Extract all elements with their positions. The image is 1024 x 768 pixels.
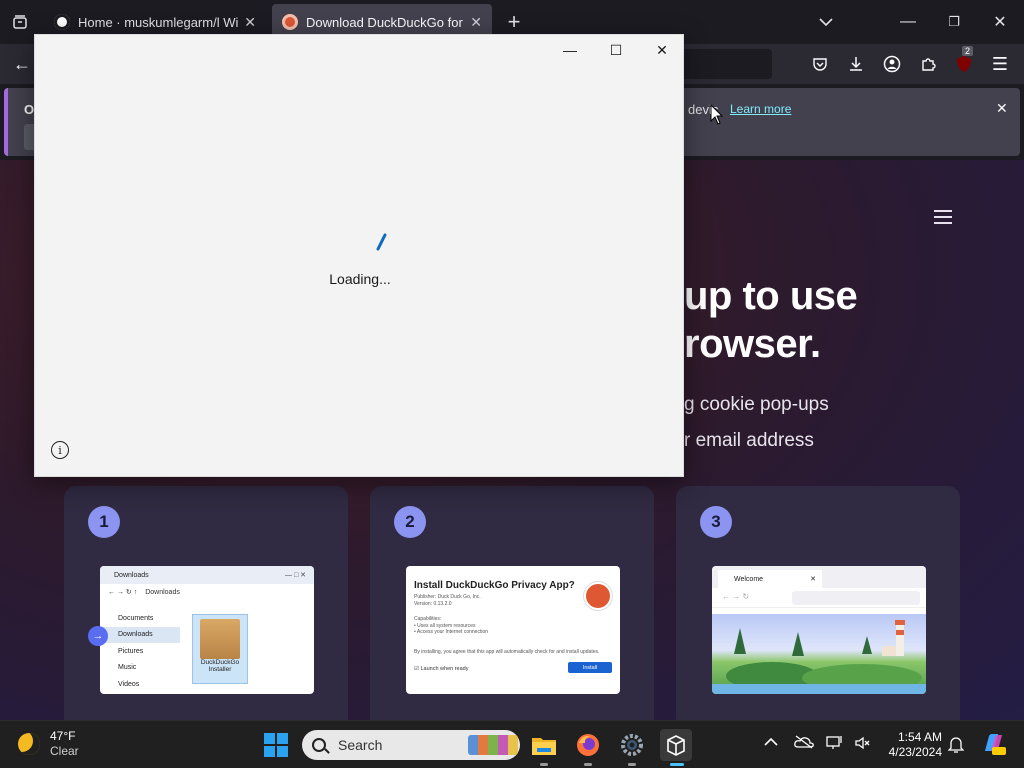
search-highlight-image [468,735,518,755]
installer-app-icon[interactable] [660,729,692,766]
step-card-2: 2 Install DuckDuckGo Privacy App? Publis… [370,486,654,720]
welcome-tab-title: Welcome [734,575,764,583]
sidebar-item: Videos [118,680,140,688]
launch-checkbox: ☑ Launch when ready [414,666,469,672]
landscape-illustration [712,614,926,694]
extensions-puzzle-icon[interactable] [916,52,940,76]
sidebar-item: Downloads [100,626,180,643]
popup-minimize-button[interactable]: — [547,39,593,61]
start-windows-icon[interactable] [264,733,288,757]
dialog-capabilities: Capabilities: [414,616,442,622]
welcome-tab: Welcome ✕ [718,570,822,588]
notification-bell-icon[interactable] [947,735,965,756]
ublock-origin-icon[interactable]: 2 [952,46,976,76]
step-card-1: 1 Downloads — □ ✕ ← → ↻ ↑ Downloads Docume… [64,486,348,720]
site-menu-icon[interactable] [934,210,952,226]
duckduckgo-icon [282,14,298,30]
sidebar-item: Documents [118,614,154,622]
dialog-publisher: Publisher: Duck Duck Go, Inc. [414,594,481,600]
system-clock[interactable]: 1:54 AM 4/23/2024 [876,730,942,760]
launch-label: Launch when ready [420,666,469,672]
arrow-right-icon: → [88,626,108,646]
close-notification-icon[interactable]: ✕ [996,100,1008,117]
account-icon[interactable] [880,52,904,76]
menu-hamburger-icon[interactable]: ☰ [988,52,1012,76]
explorer-tab-title: Downloads [114,571,149,579]
search-placeholder: Search [338,737,383,753]
installer-file: DuckDuckGo Installer [192,614,248,684]
weather-condition: Clear [50,744,79,758]
explorer-screenshot: Downloads — □ ✕ ← → ↻ ↑ Downloads Document… [100,566,314,694]
file-name: DuckDuckGo Installer [200,659,240,673]
clock-date: 4/23/2024 [888,745,942,759]
moon-icon [18,733,40,755]
pocket-icon[interactable] [808,52,832,76]
volume-muted-icon[interactable] [854,735,870,754]
chevron-up-icon[interactable] [764,735,778,750]
step-number: 2 [394,506,426,538]
mouse-cursor-icon [710,104,724,125]
sidebar-item: Music [118,664,137,672]
search-icon [312,738,326,752]
downloads-icon[interactable] [844,52,868,76]
dialog-capability: • Access your Internet connection [414,629,489,635]
minimize-button[interactable]: — [892,6,924,38]
info-icon[interactable]: i [51,441,69,459]
explorer-path: Downloads [145,588,180,596]
learn-more-link[interactable]: Learn more [730,102,791,116]
clock-time: 1:54 AM [897,730,942,744]
feature-text-2: r email address [684,430,814,451]
dialog-version: Version: 0.13.2.0 [414,601,452,607]
windows-taskbar: 47°F Clear Search 1:54 AM 4/23/2024 [0,720,1024,768]
dialog-title: Install DuckDuckGo Privacy App? [414,580,575,591]
file-explorer-icon[interactable] [528,729,560,766]
welcome-screenshot: Welcome ✕ ← → ↻ [712,566,926,694]
copilot-icon[interactable] [980,731,1006,760]
taskbar-search-box[interactable]: Search [302,730,520,760]
loading-spinner-icon [376,233,387,251]
sidebar-item: Pictures [118,647,144,655]
headline-line-2: rowser. [684,322,821,366]
explorer-tab: Downloads — □ ✕ [100,566,314,584]
tab-title: Home · muskumlegarm/l Wiki [78,14,239,30]
weather-temperature: 47°F [50,729,76,743]
step-number: 1 [88,506,120,538]
github-icon [54,14,70,30]
loading-text: Loading... [329,271,391,287]
restore-button[interactable]: ❐ [938,6,970,38]
install-button: Install [568,662,612,673]
close-window-button[interactable]: ✕ [984,6,1016,38]
install-dialog-screenshot: Install DuckDuckGo Privacy App? Publishe… [406,566,620,694]
close-tab-icon[interactable]: ✕ [244,14,256,31]
headline-line-1: up to use [684,274,858,318]
list-tabs-chevron-icon[interactable] [810,6,842,38]
feature-text-1: g cookie pop-ups [684,394,829,415]
close-tab-icon[interactable]: ✕ [470,14,482,31]
installer-popup-window: — ☐ ✕ Loading... i [34,34,684,477]
popup-maximize-button[interactable]: ☐ [593,39,639,61]
explorer-address: ← → ↻ ↑ Downloads [108,588,180,597]
explorer-sidebar: Documents Downloads Pictures Music Video… [100,610,180,693]
tab-title: Download DuckDuckGo for Wi [306,14,465,30]
tab-overview-icon[interactable] [4,6,36,38]
popup-close-button[interactable]: ✕ [639,39,685,61]
weather-widget[interactable]: 47°F Clear [18,729,79,759]
back-arrow-icon[interactable]: ← [10,52,34,76]
firefox-icon[interactable] [572,729,604,766]
dialog-note: By installing, you agree that this app w… [414,649,600,655]
duckduckgo-logo-icon [584,582,612,610]
step-number: 3 [700,506,732,538]
extension-badge: 2 [962,46,974,56]
step-card-3: 3 Welcome ✕ ← → ↻ [676,486,960,720]
package-icon [200,619,240,659]
onedrive-offline-icon[interactable] [794,735,814,752]
settings-gear-icon[interactable] [616,729,648,766]
network-icon[interactable] [826,735,844,754]
